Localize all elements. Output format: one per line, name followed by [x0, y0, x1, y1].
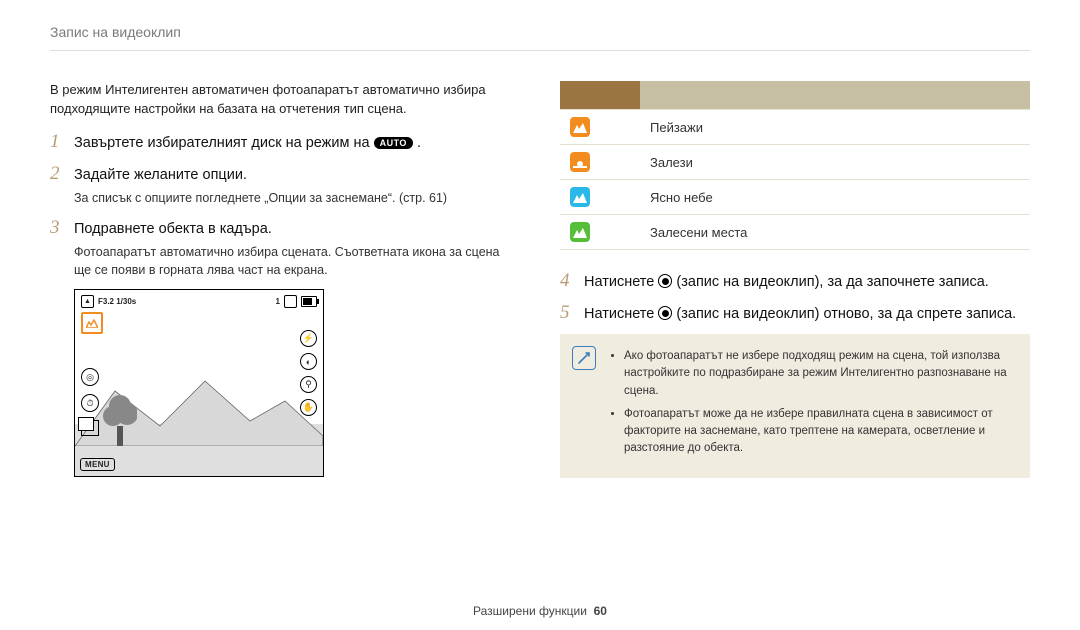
- table-row: Залези: [560, 145, 1030, 180]
- landscape-icon: [570, 117, 590, 137]
- forest-icon: [570, 222, 590, 242]
- step-2-title: Задайте желаните опции.: [74, 167, 247, 183]
- scene-detect-icon: [81, 312, 103, 334]
- table-row: Залесени места: [560, 215, 1030, 250]
- step-2-sub: За списък с опциите погледнете „Опции за…: [74, 189, 520, 207]
- zoom-icon: ⚲: [300, 376, 317, 393]
- sd-card-icon: [284, 295, 297, 308]
- step-5-number: 5: [560, 302, 574, 324]
- iso-icon: ◐: [300, 353, 317, 370]
- flash-icon: ⚡: [300, 330, 317, 347]
- step-1-title: Завъртете избирателният диск на режим на…: [74, 135, 421, 151]
- step-3-sub: Фотоапаратът автоматично избира сцената.…: [74, 243, 520, 279]
- table-row: Пейзажи: [560, 110, 1030, 145]
- step-3-number: 3: [50, 217, 64, 239]
- mode-indicator-icon: ▲: [81, 295, 94, 308]
- step-2-number: 2: [50, 163, 64, 185]
- shots-remaining: 1: [276, 297, 280, 306]
- battery-icon: [301, 296, 317, 307]
- step-1-number: 1: [50, 131, 64, 153]
- clear-sky-icon: [570, 187, 590, 207]
- table-row: Ясно небе: [560, 180, 1030, 215]
- scene-icon-table: Пейзажи Залези Ясно небе Залесени места: [560, 81, 1030, 250]
- intro-paragraph: В режим Интелигентен автоматичен фотоапа…: [50, 81, 520, 119]
- af-icon: ◎: [81, 368, 99, 386]
- stabilizer-icon: ✋: [300, 399, 317, 416]
- timer-icon: ⏱: [81, 394, 99, 412]
- step-4-title: Натиснете (запис на видеоклип), за да за…: [584, 274, 989, 290]
- menu-button-label: MENU: [80, 458, 115, 471]
- exposure-readout: F3.2 1/30s: [98, 297, 136, 306]
- note-bullet-2: Фотоапаратът може да не избере правилнат…: [624, 406, 1014, 458]
- step-3-title: Подравнете обекта в кадъра.: [74, 221, 272, 237]
- step-5-title: Натиснете (запис на видеоклип) отново, з…: [584, 306, 1016, 322]
- note-box: Ако фотоапаратът не избере подходящ режи…: [560, 334, 1030, 478]
- note-bullet-1: Ако фотоапаратът не избере подходящ режи…: [624, 348, 1014, 400]
- page-header: Запис на видеоклип: [50, 24, 1030, 50]
- camera-screenshot: ▲ F3.2 1/30s 1 ◎ ⏱: [74, 289, 324, 477]
- page-footer: Разширени функции 60: [0, 604, 1080, 618]
- record-button-icon: [658, 274, 672, 288]
- header-rule: [50, 50, 1030, 51]
- step-4-number: 4: [560, 270, 574, 292]
- sunset-icon: [570, 152, 590, 172]
- note-icon: [572, 346, 596, 370]
- record-button-icon: [658, 306, 672, 320]
- auto-mode-icon: AUTO: [374, 137, 413, 149]
- drive-mode-icon: [81, 420, 99, 436]
